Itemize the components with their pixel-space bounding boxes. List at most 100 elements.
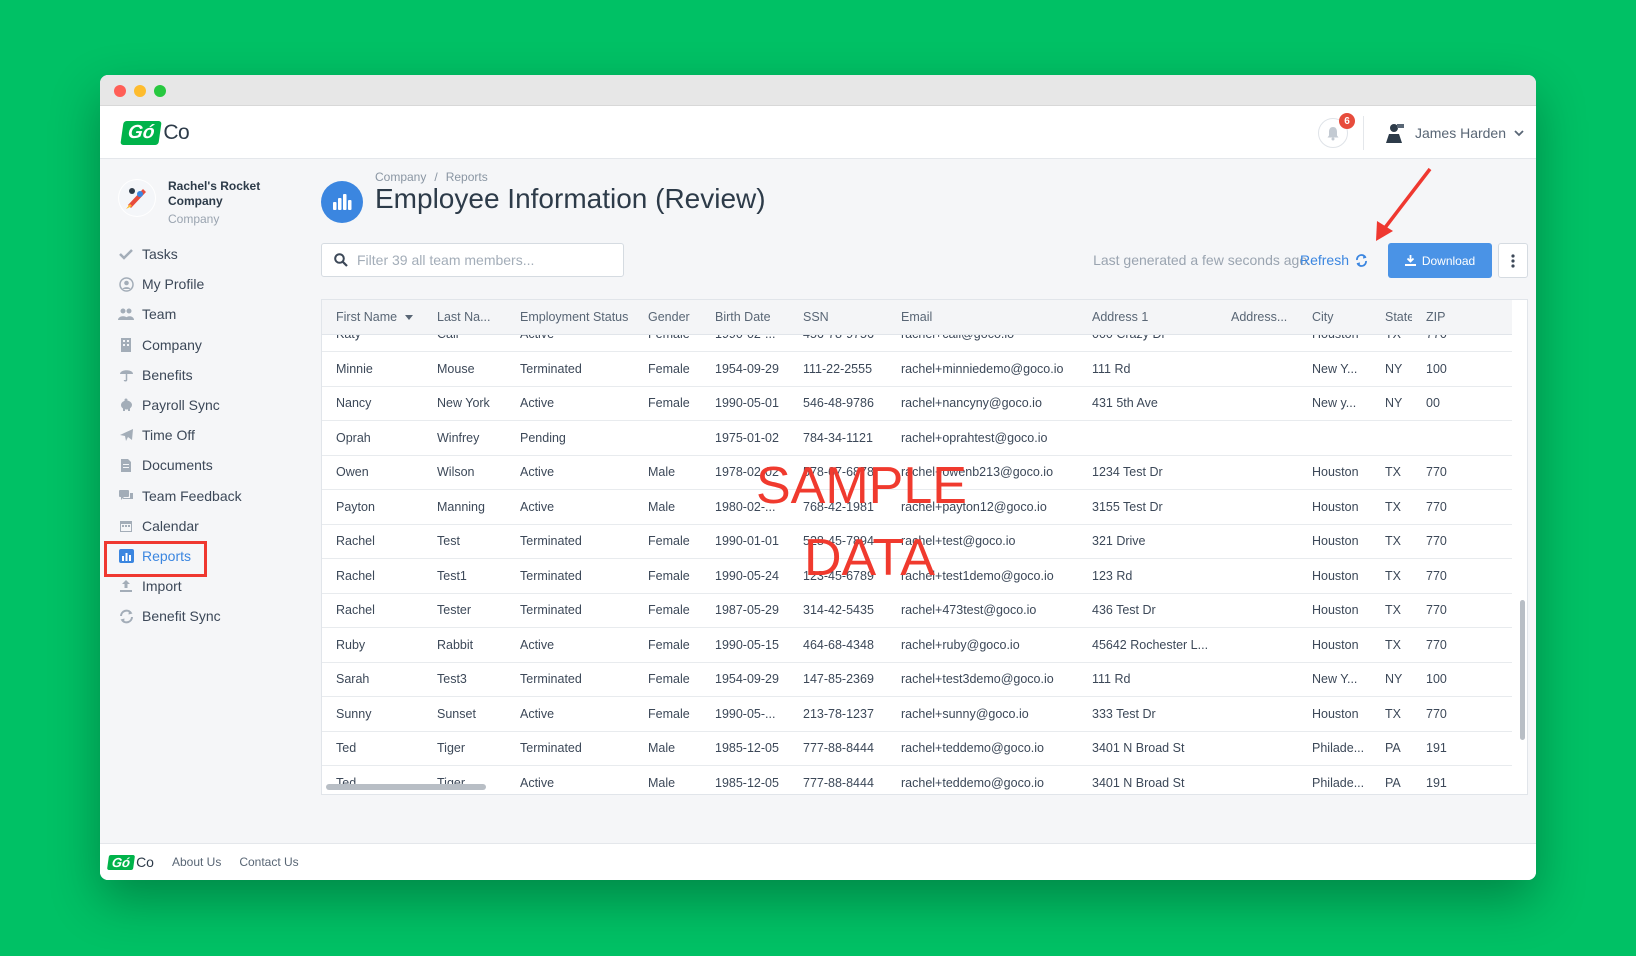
company-card[interactable]: Rachel's Rocket Company Company [118, 179, 268, 226]
vertical-scrollbar[interactable] [1520, 600, 1525, 740]
table-cell: 100 [1412, 351, 1512, 387]
column-header[interactable]: First Name [322, 300, 423, 335]
column-header[interactable]: SSN [789, 300, 887, 335]
breadcrumb-reports[interactable]: Reports [446, 170, 488, 184]
minimize-window-button[interactable] [134, 85, 146, 97]
table-cell: Male [634, 455, 701, 490]
download-button[interactable]: Download [1388, 243, 1492, 278]
breadcrumb-company[interactable]: Company [375, 170, 426, 184]
table-row[interactable]: Sarah Test3 Terminated Female 1954-09-29 147-… [322, 662, 1512, 697]
contact-us-link[interactable]: Contact Us [239, 855, 298, 869]
table-cell: Sarah [322, 662, 423, 697]
table-cell: Female [634, 386, 701, 421]
table-cell: Sunny [322, 696, 423, 732]
sidebar-item-time-off[interactable]: Time Off [100, 420, 305, 450]
table-cell: TX [1371, 593, 1412, 628]
sidebar-item-benefits[interactable]: Benefits [100, 360, 305, 390]
company-subtitle: Company [168, 212, 220, 226]
table-cell: 777-88-8444 [789, 731, 887, 766]
table-row[interactable]: Nancy New York Active Female 1990-05-01 546-4… [322, 386, 1512, 421]
sidebar-item-label: Calendar [142, 517, 199, 534]
table-cell: 1954-09-29 [701, 351, 789, 387]
user-menu[interactable]: James Harden [1380, 118, 1524, 148]
window-titlebar [100, 75, 1536, 106]
search-input[interactable] [357, 252, 617, 268]
sidebar-item-calendar[interactable]: Calendar [100, 511, 305, 541]
column-header[interactable]: Address... [1217, 300, 1298, 335]
table-cell: Female [634, 696, 701, 732]
table-cell: Houston [1298, 489, 1371, 525]
table-cell: 1990-05-24 [701, 558, 789, 594]
column-header[interactable]: Email [887, 300, 1078, 335]
more-options-button[interactable] [1498, 243, 1528, 278]
sidebar-item-payroll-sync[interactable]: Payroll Sync [100, 390, 305, 420]
table-cell: Tiger [423, 731, 506, 766]
table-cell: 1234 Test Dr [1078, 455, 1217, 490]
goco-logo[interactable]: Gó Co [120, 118, 190, 148]
table-cell: 321 Drive [1078, 524, 1217, 559]
sort-caret-icon[interactable] [405, 314, 414, 320]
footer-logo[interactable]: Gó Co [106, 854, 154, 870]
table-row[interactable]: Ruby Rabbit Active Female 1990-05-15 464-68-4… [322, 627, 1512, 663]
table-row[interactable]: Rachel Tester Terminated Female 1987-05-29 31… [322, 593, 1512, 628]
table-row[interactable]: Oprah Winfrey Pending 1975-01-02 784-34-1121… [322, 420, 1512, 456]
horizontal-scrollbar[interactable] [326, 784, 486, 790]
table-cell: Active [506, 489, 634, 525]
chat-icon [118, 488, 134, 504]
last-generated-text: Last generated a few seconds ago. [1093, 252, 1311, 268]
table-cell: 111-22-2555 [789, 351, 887, 387]
refresh-button[interactable]: Refresh [1300, 252, 1368, 268]
bell-icon [1327, 126, 1339, 140]
refresh-icon [1356, 253, 1367, 267]
table-cell: Wilson [423, 455, 506, 490]
footer-logo-go: Gó [106, 854, 136, 870]
piggy-bank-icon [118, 397, 134, 413]
table-header: First Name Last Na... Employment Status Gen… [322, 300, 1512, 335]
table-cell: 777-88-8444 [789, 765, 887, 794]
table-cell: Active [506, 696, 634, 732]
user-avatar [1380, 120, 1407, 146]
about-us-link[interactable]: About Us [172, 855, 221, 869]
column-header[interactable]: Last Na... [423, 300, 506, 335]
breadcrumb-separator: / [434, 170, 438, 184]
table-cell: 431 5th Ave [1078, 386, 1217, 421]
download-label: Download [1421, 253, 1476, 268]
column-header[interactable]: Employment Status [506, 300, 634, 335]
table-cell: Manning [423, 489, 506, 525]
footer: Gó Co About Us Contact Us [100, 843, 1536, 880]
table-cell: 464-68-4348 [789, 627, 887, 663]
table-cell: Terminated [506, 662, 634, 697]
sidebar-item-company[interactable]: Company [100, 330, 305, 360]
table-cell: 1954-09-29 [701, 662, 789, 697]
sidebar-item-my-profile[interactable]: My Profile [100, 269, 305, 299]
table-cell: 3155 Test Dr [1078, 489, 1217, 525]
column-header[interactable]: City [1298, 300, 1371, 335]
table-cell: rachel+nancyny@goco.io [887, 386, 1078, 421]
table-row[interactable]: Sunny Sunset Active Female 1990-05-... 213-78… [322, 696, 1512, 732]
table-row[interactable]: Minnie Mouse Terminated Female 1954-09-29 111… [322, 351, 1512, 387]
table-cell: NY [1371, 386, 1412, 421]
table-cell: Houston [1298, 524, 1371, 559]
table-cell [1217, 593, 1298, 628]
sidebar-item-benefit-sync[interactable]: Benefit Sync [100, 601, 305, 631]
sidebar-item-documents[interactable]: Documents [100, 450, 305, 480]
column-header[interactable]: Address 1 [1078, 300, 1217, 335]
column-header[interactable]: ZIP [1412, 300, 1512, 335]
table-cell: 1975-01-02 [701, 420, 789, 456]
sidebar-item-tasks[interactable]: Tasks [100, 239, 305, 269]
table-cell: 333 Test Dr [1078, 696, 1217, 732]
maximize-window-button[interactable] [154, 85, 166, 97]
table-cell: TX [1371, 627, 1412, 663]
close-window-button[interactable] [114, 85, 126, 97]
column-header[interactable]: State [1371, 300, 1412, 335]
column-header[interactable]: Gender [634, 300, 701, 335]
chevron-down-icon [1514, 129, 1524, 136]
table-cell: Male [634, 731, 701, 766]
search-box[interactable] [321, 243, 624, 277]
sidebar-item-team[interactable]: Team [100, 299, 305, 329]
table-row[interactable]: Ted Tiger Terminated Male 1985-12-05 777-88-8… [322, 731, 1512, 766]
notifications-button[interactable]: 6 [1318, 113, 1355, 148]
sidebar-item-team-feedback[interactable]: Team Feedback [100, 481, 305, 511]
table-row[interactable]: Ted Tiger Active Male 1985-12-05 777-88-8444 r… [322, 765, 1512, 794]
column-header[interactable]: Birth Date [701, 300, 789, 335]
